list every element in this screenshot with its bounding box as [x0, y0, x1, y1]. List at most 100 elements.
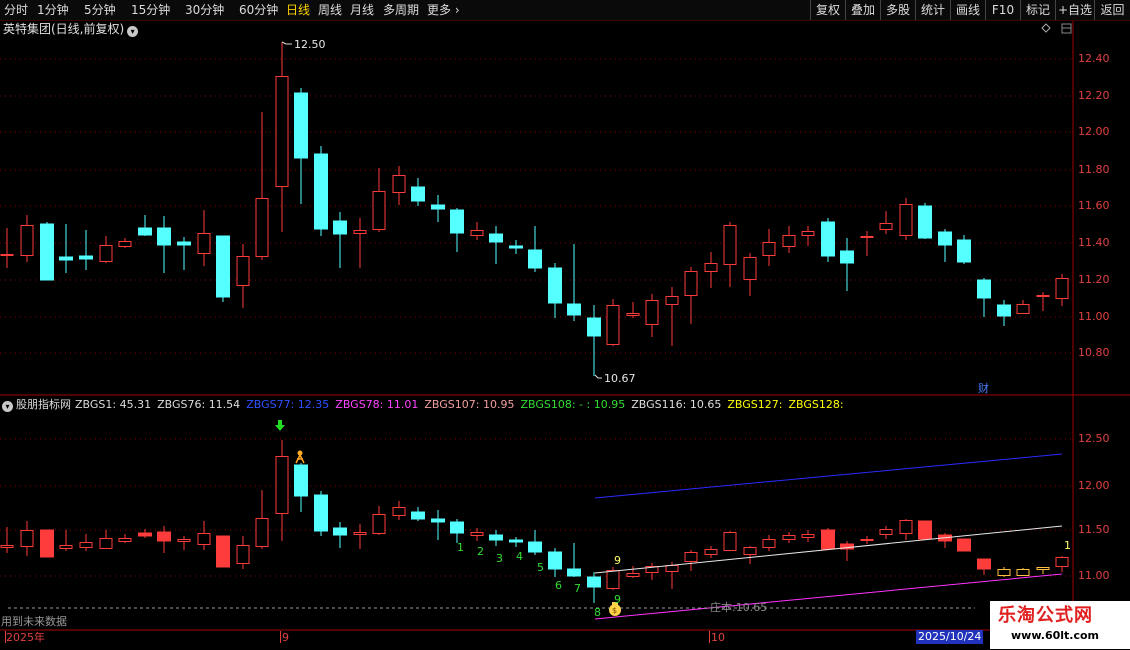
- y-tick: 11.00: [1078, 310, 1110, 323]
- y-tick: 10.80: [1078, 346, 1110, 359]
- candle: [860, 231, 874, 256]
- candle: [157, 216, 171, 273]
- candle: [99, 530, 113, 549]
- y-tick: 11.40: [1078, 236, 1110, 249]
- candle: [450, 519, 464, 543]
- candle: [1055, 274, 1069, 306]
- indicator-title: ▾ 股朋指标网 ZBGS1: 45.31 ZBGS76: 11.54 ZBGS77: 1…: [2, 398, 856, 412]
- candle: [489, 530, 503, 546]
- chevron-down-icon[interactable]: ▾: [127, 26, 139, 37]
- chevron-down-icon[interactable]: ▾: [2, 401, 13, 412]
- candle: [548, 548, 562, 577]
- candle: [782, 532, 796, 543]
- candle-body: [450, 521, 464, 534]
- candlestick-chart[interactable]: $: [0, 0, 1130, 650]
- candle-body: [762, 539, 776, 548]
- candle-body: [470, 532, 484, 536]
- candle-body: [548, 267, 562, 304]
- candle: [528, 226, 542, 272]
- candle: [762, 535, 776, 551]
- candle-body: [20, 225, 34, 256]
- candle-body: [99, 538, 113, 549]
- candle-body: [118, 538, 132, 542]
- y-tick: 11.80: [1078, 163, 1110, 176]
- candle: [216, 535, 230, 568]
- candle: [411, 507, 425, 521]
- candle-body: [801, 534, 815, 538]
- candle: [743, 546, 757, 564]
- candle-body: [762, 242, 776, 256]
- finance-marker[interactable]: 财: [978, 382, 989, 396]
- candle-body: [879, 223, 893, 230]
- watermark-box: 乐淘公式网 www.60lt.com: [990, 601, 1130, 649]
- candle: [801, 530, 815, 542]
- indicator-fields: ZBGS1: 45.31 ZBGS76: 11.54 ZBGS77: 12.35 ZB…: [75, 398, 850, 411]
- count-label: 2: [477, 545, 484, 558]
- stock-title: 英特集团(日线,前复权) ▾: [3, 21, 139, 37]
- candle: [509, 240, 523, 254]
- main-candles: [0, 42, 1069, 376]
- candle-body: [275, 456, 289, 514]
- candle-body: [997, 304, 1011, 317]
- candle-body: [177, 539, 191, 542]
- down-arrow-icon: [275, 420, 285, 431]
- candle-body: [59, 256, 73, 261]
- y-tick: 12.20: [1078, 89, 1110, 102]
- candle-body: [450, 209, 464, 234]
- candle-body: [684, 271, 698, 296]
- count-nine-top: 9: [614, 554, 621, 567]
- candle-body: [997, 569, 1011, 576]
- count-nine-bottom: 9: [614, 593, 621, 606]
- candle-body: [743, 547, 757, 555]
- candle-body: [392, 507, 406, 516]
- candle: [392, 501, 406, 520]
- candle-body: [392, 175, 406, 193]
- candle-body: [860, 539, 874, 541]
- candle-body: [567, 568, 581, 577]
- candle-body: [567, 303, 581, 316]
- candle-body: [431, 518, 445, 523]
- candle-body: [587, 317, 601, 337]
- candle-body: [20, 530, 34, 547]
- candle-body: [294, 464, 308, 497]
- indicator-grid: [0, 438, 1073, 577]
- person-icon: [295, 450, 305, 464]
- candle: [275, 440, 289, 541]
- high-marker-leader: [281, 41, 292, 45]
- ind-y-tick: 12.00: [1078, 479, 1110, 492]
- candle: [1016, 300, 1030, 314]
- candle: [645, 294, 659, 337]
- candle: [977, 278, 991, 317]
- diamond-icon[interactable]: [1041, 23, 1051, 33]
- candle: [762, 229, 776, 266]
- candle: [431, 195, 445, 222]
- candle: [997, 300, 1011, 326]
- indicator-field: ZBGS116: 10.65: [631, 398, 722, 411]
- candle-body: [626, 313, 640, 316]
- candle-body: [236, 545, 250, 564]
- candle: [59, 530, 73, 551]
- candle: [255, 490, 269, 549]
- candle: [314, 491, 328, 536]
- candle: [645, 563, 659, 580]
- candle: [938, 533, 952, 548]
- candle-body: [314, 153, 328, 230]
- candle-body: [157, 531, 171, 542]
- candle: [567, 244, 581, 321]
- candle-body: [275, 76, 289, 187]
- candle: [372, 506, 386, 535]
- candle: [20, 521, 34, 556]
- candle: [236, 244, 250, 308]
- candle: [1036, 567, 1050, 574]
- zbgs77-line: [594, 453, 1063, 499]
- indicator-candles: [0, 440, 1069, 603]
- indicator-field: ZBGS78: 11.01: [335, 398, 419, 411]
- candle: [0, 527, 14, 553]
- candle-body: [59, 545, 73, 549]
- future-data-warning: 用到未来数据: [1, 615, 67, 628]
- candle-body: [548, 551, 562, 570]
- candle: [957, 538, 971, 552]
- candle-body: [626, 573, 640, 577]
- candle: [314, 146, 328, 236]
- candle-body: [294, 92, 308, 159]
